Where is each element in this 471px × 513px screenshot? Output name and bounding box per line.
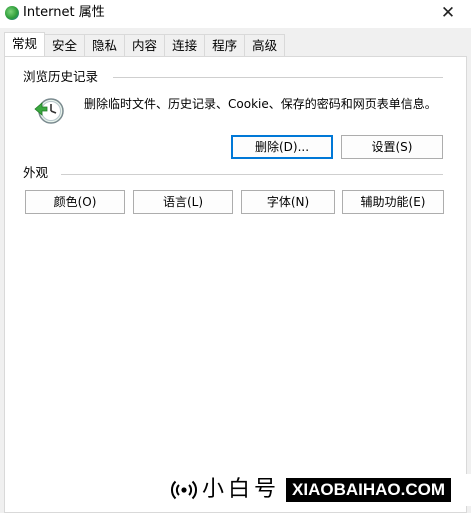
broadcast-icon — [171, 480, 197, 500]
tab-strip: 常规 安全 隐私 内容 连接 程序 高级 — [4, 32, 286, 56]
colors-button[interactable]: 颜色(O) — [25, 190, 125, 214]
browsing-history-description: 删除临时文件、历史记录、Cookie、保存的密码和网页表单信息。 — [84, 97, 437, 111]
tab-programs[interactable]: 程序 — [204, 34, 246, 56]
title-bar: Internet 属性 ✕ — [0, 0, 471, 28]
general-tab-panel: 浏览历史记录 删除临时文件、历史记录、Cookie、保存的密码和网页表单信息。 … — [4, 56, 467, 513]
browsing-history-title: 浏览历史记录 — [23, 69, 99, 84]
watermark-banner: 小白号 XIAOBAIHAO.COM — [168, 474, 471, 506]
languages-button[interactable]: 语言(L) — [133, 190, 233, 214]
tab-advanced[interactable]: 高级 — [244, 34, 286, 56]
tab-connections[interactable]: 连接 — [164, 34, 206, 56]
window-title: Internet 属性 — [23, 5, 105, 20]
watermark-cn-text: 小白号 — [202, 477, 281, 502]
appearance-divider — [61, 174, 443, 175]
history-clock-icon — [34, 98, 64, 124]
tab-general[interactable]: 常规 — [4, 32, 46, 56]
tab-content[interactable]: 内容 — [124, 34, 166, 56]
internet-properties-dialog: Internet 属性 ✕ 常规 安全 隐私 内容 连接 程序 高级 浏览历史记… — [0, 0, 471, 513]
delete-history-button[interactable]: 删除(D)... — [231, 135, 333, 159]
close-button[interactable]: ✕ — [425, 0, 471, 28]
watermark-en-text: XIAOBAIHAO.COM — [286, 478, 452, 502]
fonts-button[interactable]: 字体(N) — [241, 190, 335, 214]
internet-explorer-icon — [5, 6, 19, 20]
tab-privacy[interactable]: 隐私 — [84, 34, 126, 56]
browsing-history-divider — [113, 77, 443, 78]
history-settings-button[interactable]: 设置(S) — [341, 135, 443, 159]
accessibility-button[interactable]: 辅助功能(E) — [342, 190, 444, 214]
tab-security[interactable]: 安全 — [44, 34, 86, 56]
appearance-title: 外观 — [23, 165, 49, 180]
